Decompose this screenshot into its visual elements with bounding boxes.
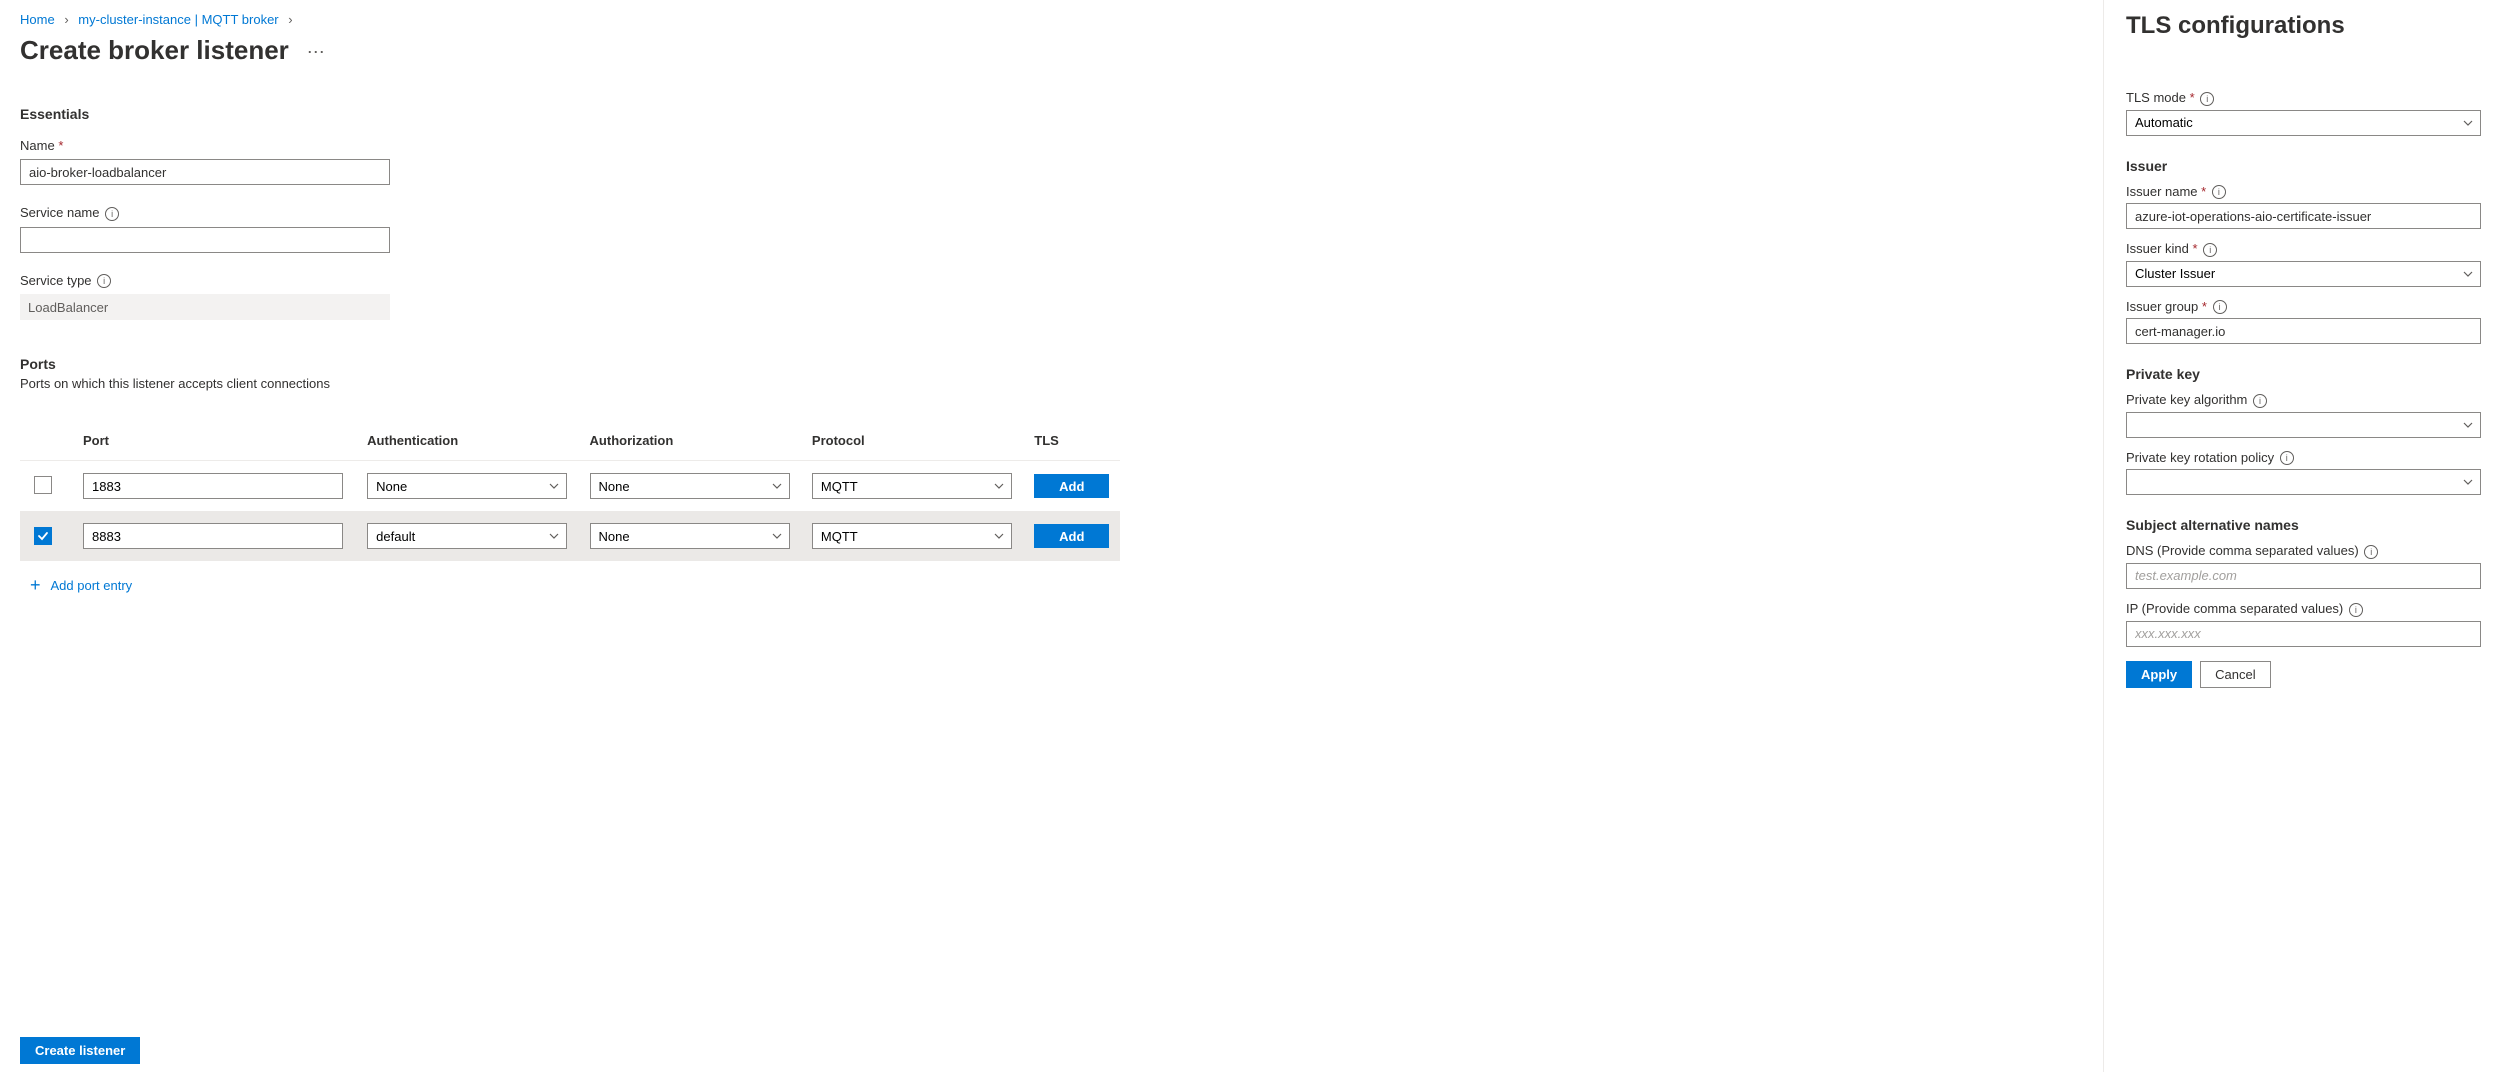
tls-add-button[interactable]: Add: [1034, 524, 1109, 548]
info-icon[interactable]: i: [2213, 300, 2227, 314]
ip-input[interactable]: [2126, 621, 2481, 647]
pk-algorithm-select[interactable]: [2126, 412, 2481, 438]
info-icon[interactable]: i: [2212, 185, 2226, 199]
issuer-name-input[interactable]: [2126, 203, 2481, 229]
ports-description: Ports on which this listener accepts cli…: [20, 376, 2083, 391]
protocol-select[interactable]: MQTT: [812, 523, 1012, 549]
info-icon[interactable]: i: [2203, 243, 2217, 257]
service-type-label: Service type i: [20, 273, 2083, 289]
info-icon[interactable]: i: [2364, 545, 2378, 559]
issuer-heading: Issuer: [2126, 158, 2481, 174]
service-type-input: [20, 294, 390, 320]
row-checkbox[interactable]: [34, 527, 52, 545]
more-actions-icon[interactable]: ⋯: [307, 42, 326, 63]
checkmark-icon: [37, 530, 49, 542]
protocol-select[interactable]: MQTT: [812, 473, 1012, 499]
tls-mode-select[interactable]: Automatic: [2126, 110, 2481, 136]
name-label: Name *: [20, 138, 2083, 153]
page-title: Create broker listener: [20, 35, 289, 66]
cancel-button[interactable]: Cancel: [2200, 661, 2270, 688]
chevron-right-icon: ›: [64, 12, 68, 27]
issuer-kind-label: Issuer kind * i: [2126, 241, 2481, 257]
info-icon[interactable]: i: [2349, 603, 2363, 617]
col-tls: TLS: [1026, 421, 1120, 461]
ip-label: IP (Provide comma separated values) i: [2126, 601, 2481, 617]
table-row: default None MQTT Add: [20, 511, 1120, 561]
breadcrumb: Home › my-cluster-instance | MQTT broker…: [20, 12, 2083, 27]
col-port: Port: [75, 421, 359, 461]
create-listener-button[interactable]: Create listener: [20, 1037, 140, 1064]
panel-title: TLS configurations: [2126, 12, 2481, 40]
add-port-entry-button[interactable]: + Add port entry: [30, 575, 132, 596]
name-input[interactable]: [20, 159, 390, 185]
info-icon[interactable]: i: [2200, 92, 2214, 106]
private-key-heading: Private key: [2126, 366, 2481, 382]
authentication-select[interactable]: default: [367, 523, 567, 549]
info-icon[interactable]: i: [97, 274, 111, 288]
authorization-select[interactable]: None: [590, 473, 790, 499]
dns-input[interactable]: [2126, 563, 2481, 589]
col-authentication: Authentication: [359, 421, 581, 461]
plus-icon: +: [30, 575, 41, 596]
pk-rotation-select[interactable]: [2126, 469, 2481, 495]
port-input[interactable]: [83, 473, 343, 499]
port-input[interactable]: [83, 523, 343, 549]
tls-mode-label: TLS mode * i: [2126, 90, 2481, 106]
add-port-label: Add port entry: [51, 578, 133, 593]
ports-table: Port Authentication Authorization Protoc…: [20, 421, 1120, 561]
issuer-kind-select[interactable]: Cluster Issuer: [2126, 261, 2481, 287]
authentication-select[interactable]: None: [367, 473, 567, 499]
pk-algorithm-label: Private key algorithm i: [2126, 392, 2481, 408]
col-authorization: Authorization: [582, 421, 804, 461]
dns-label: DNS (Provide comma separated values) i: [2126, 543, 2481, 559]
col-protocol: Protocol: [804, 421, 1026, 461]
info-icon[interactable]: i: [105, 207, 119, 221]
issuer-name-label: Issuer name * i: [2126, 184, 2481, 200]
chevron-right-icon: ›: [288, 12, 292, 27]
breadcrumb-cluster[interactable]: my-cluster-instance | MQTT broker: [78, 12, 278, 27]
service-name-input[interactable]: [20, 227, 390, 253]
breadcrumb-home[interactable]: Home: [20, 12, 55, 27]
info-icon[interactable]: i: [2280, 451, 2294, 465]
ports-heading: Ports: [20, 356, 2083, 372]
authorization-select[interactable]: None: [590, 523, 790, 549]
apply-button[interactable]: Apply: [2126, 661, 2192, 688]
tls-add-button[interactable]: Add: [1034, 474, 1109, 498]
san-heading: Subject alternative names: [2126, 517, 2481, 533]
main-content: Home › my-cluster-instance | MQTT broker…: [0, 0, 2103, 1072]
essentials-heading: Essentials: [20, 106, 2083, 122]
tls-config-panel: TLS configurations TLS mode * i Automati…: [2103, 0, 2503, 1072]
table-row: None None MQTT Add: [20, 461, 1120, 512]
issuer-group-input[interactable]: [2126, 318, 2481, 344]
info-icon[interactable]: i: [2253, 394, 2267, 408]
issuer-group-label: Issuer group * i: [2126, 299, 2481, 315]
pk-rotation-label: Private key rotation policy i: [2126, 450, 2481, 466]
service-name-label: Service name i: [20, 205, 2083, 221]
row-checkbox[interactable]: [34, 476, 52, 494]
